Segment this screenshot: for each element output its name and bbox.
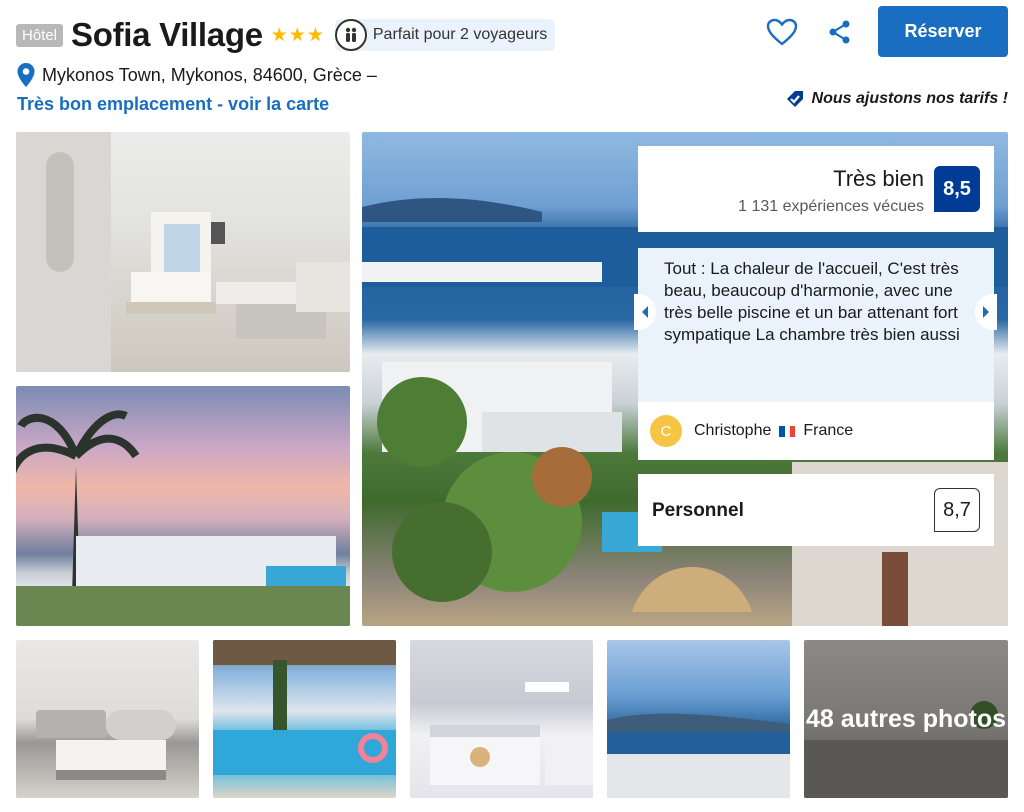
review-text: Tout : La chaleur de l'accueil, C'est tr… xyxy=(664,259,960,344)
price-tag-icon xyxy=(786,91,803,107)
review-count: 1 131 expériences vécues xyxy=(738,198,924,215)
chevron-right-icon xyxy=(983,306,989,318)
share-icon xyxy=(829,20,850,43)
france-flag-icon xyxy=(779,425,796,437)
reviewer-details: Christophe France xyxy=(694,422,853,440)
thumbnail-sea-view[interactable] xyxy=(607,640,790,798)
price-note-text: Nous ajustons nos tarifs ! xyxy=(811,90,1008,107)
score-label: Très bien xyxy=(833,166,924,191)
heart-icon xyxy=(766,18,798,46)
sea-view-2-illustration xyxy=(607,713,790,798)
property-address: Mykonos Town, Mykonos, 84600, Grèce – xyxy=(42,64,377,85)
two-people-icon xyxy=(334,19,367,51)
thumbnail-living-room[interactable] xyxy=(16,640,199,798)
show-map-link[interactable]: Très bon emplacement - voir la carte xyxy=(17,94,329,115)
map-pin-icon xyxy=(17,63,35,87)
price-match-note: Nous ajustons nos tarifs ! xyxy=(784,88,1008,110)
header-actions: Réserver xyxy=(762,6,1008,57)
living-room-illustration xyxy=(36,710,176,780)
property-type-badge: Hôtel xyxy=(16,23,64,47)
thumbnail-more-photos[interactable]: 48 autres photos xyxy=(804,640,1008,798)
share-button[interactable] xyxy=(820,12,860,52)
bedroom-illustration xyxy=(16,132,350,372)
chevron-left-icon xyxy=(642,306,648,318)
property-header: Hôtel Sofia Village ★★★ Parfait pour 2 v… xyxy=(0,0,1024,130)
photo-sunset-pool[interactable] xyxy=(16,386,350,626)
traveler-badge[interactable]: Parfait pour 2 voyageurs xyxy=(334,19,556,51)
category-label: Personnel xyxy=(652,500,744,521)
star-rating: ★★★ xyxy=(270,24,325,46)
reviewer-country: France xyxy=(803,422,854,439)
reviewer-info: C Christophe France xyxy=(638,402,994,460)
category-score: 8,7 xyxy=(934,488,980,532)
traveler-badge-label: Parfait pour 2 voyageurs xyxy=(372,26,548,43)
reserve-button[interactable]: Réserver xyxy=(878,6,1008,57)
guest-review-card[interactable]: Tout : La chaleur de l'accueil, C'est tr… xyxy=(638,248,994,460)
reviewer-name: Christophe xyxy=(694,422,772,439)
review-score: 8,5 xyxy=(934,166,980,212)
thumbnail-pool[interactable] xyxy=(213,640,396,798)
category-score-card[interactable]: Personnel 8,7 xyxy=(638,474,994,546)
review-score-card[interactable]: Très bien 1 131 expériences vécues 8,5 xyxy=(638,146,994,232)
title-row: Hôtel Sofia Village ★★★ Parfait pour 2 v… xyxy=(16,14,556,56)
address-row: Mykonos Town, Mykonos, 84600, Grèce – xyxy=(16,62,377,88)
photo-bedroom[interactable] xyxy=(16,132,350,372)
pool-illustration xyxy=(213,640,396,775)
more-photos-label: 48 autres photos xyxy=(804,640,1008,798)
hotel-name: Sofia Village xyxy=(71,16,263,53)
reviewer-avatar: C xyxy=(650,415,682,447)
save-to-favorites-button[interactable] xyxy=(762,12,802,52)
thumbnail-bedroom-2[interactable] xyxy=(410,640,593,798)
sunset-illustration xyxy=(16,410,350,626)
bedroom-2-illustration xyxy=(430,682,593,785)
